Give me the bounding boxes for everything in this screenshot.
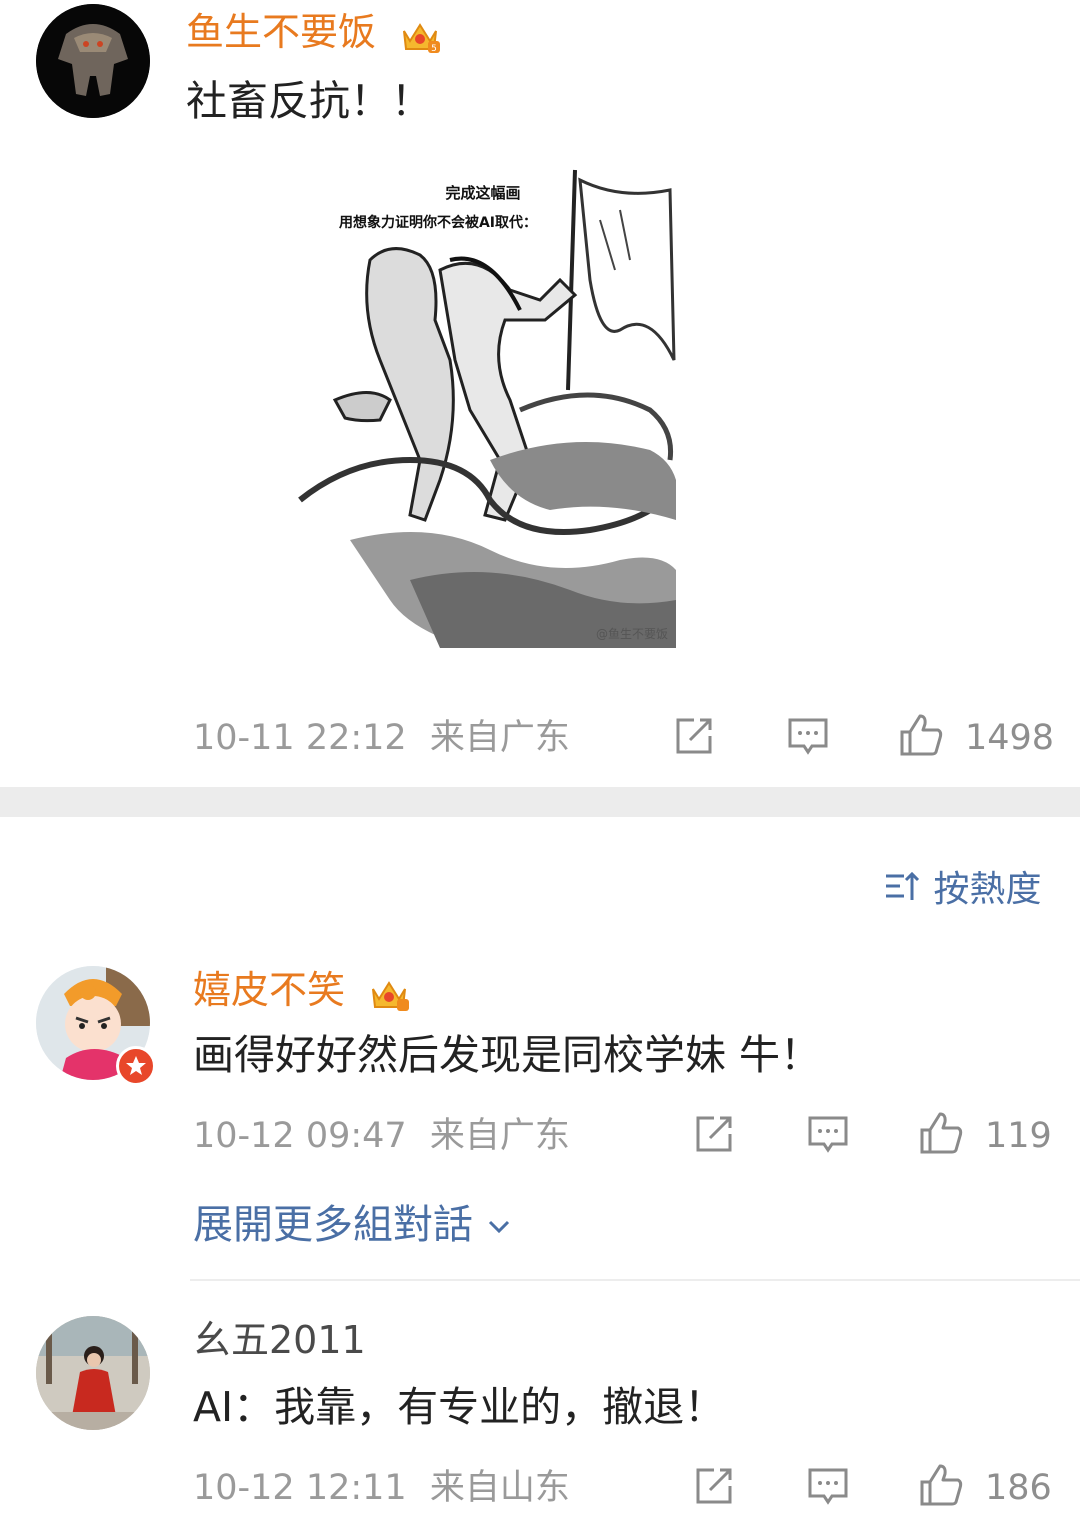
vip-badge-icon: [116, 1046, 156, 1086]
comment-image[interactable]: 完成这幅画 用想象力证明你不会被AI取代： @鱼生不要饭: [290, 160, 676, 648]
like-icon[interactable]: [918, 1110, 963, 1154]
comment-time: 10-12 12:11: [193, 1468, 407, 1508]
like-count: 186: [985, 1468, 1052, 1508]
comment-text: 社畜反抗！！: [186, 77, 432, 125]
section-divider: [0, 787, 1080, 817]
comment-icon[interactable]: [806, 1464, 850, 1508]
comment-username[interactable]: 幺五2011: [193, 1318, 366, 1362]
username-text[interactable]: 嬉皮不笑: [193, 968, 345, 1012]
username-text[interactable]: 幺五2011: [193, 1318, 366, 1362]
sort-button[interactable]: 按熱度: [884, 860, 1041, 915]
sort-icon: [884, 868, 922, 915]
crown-icon: 5: [398, 13, 442, 57]
comment-text: AI：我靠，有专业的，撤退！: [193, 1383, 726, 1431]
comment-meta: 10-12 09:47 来自广东: [193, 1116, 570, 1156]
comment-meta: 10-12 12:11 来自山东: [193, 1468, 570, 1508]
comment-separator: [190, 1279, 1080, 1281]
like-icon[interactable]: [898, 712, 943, 756]
comment-icon[interactable]: [786, 714, 830, 758]
like-count: 1498: [965, 718, 1055, 758]
comment-text: 画得好好然后发现是同校学妹 牛！: [193, 1031, 822, 1079]
avatar-image: [36, 4, 150, 118]
avatar[interactable]: [36, 4, 150, 118]
avatar[interactable]: [36, 1316, 150, 1430]
comment-time: 10-12 09:47: [193, 1116, 407, 1156]
svg-text:5: 5: [431, 44, 437, 54]
like-icon[interactable]: [918, 1462, 963, 1506]
comment-username[interactable]: 嬉皮不笑: [193, 968, 411, 1015]
crown-icon: [367, 971, 411, 1015]
share-icon[interactable]: [692, 1464, 736, 1508]
chevron-down-icon: [486, 1204, 512, 1250]
sort-label: 按熱度: [933, 869, 1042, 910]
comment-time: 10-11 22:12: [193, 718, 407, 758]
comment-meta: 10-11 22:12 来自广东: [193, 718, 570, 758]
comment-username[interactable]: 鱼生不要饭 5: [186, 10, 442, 57]
comment-location: 来自山东: [429, 1468, 570, 1508]
image-watermark: @鱼生不要饭: [595, 627, 668, 641]
expand-replies-link[interactable]: 展開更多組對話: [193, 1192, 512, 1250]
like-count: 119: [985, 1116, 1052, 1156]
comment-location: 来自广东: [429, 718, 570, 758]
share-icon[interactable]: [672, 714, 716, 758]
comment-location: 来自广东: [429, 1116, 570, 1156]
sketch-drawing: [298, 169, 676, 648]
username-text[interactable]: 鱼生不要饭: [186, 10, 376, 54]
expand-label: 展開更多組對話: [193, 1202, 473, 1248]
avatar-image: [36, 1316, 150, 1430]
share-icon[interactable]: [692, 1112, 736, 1156]
comment-icon[interactable]: [806, 1112, 850, 1156]
